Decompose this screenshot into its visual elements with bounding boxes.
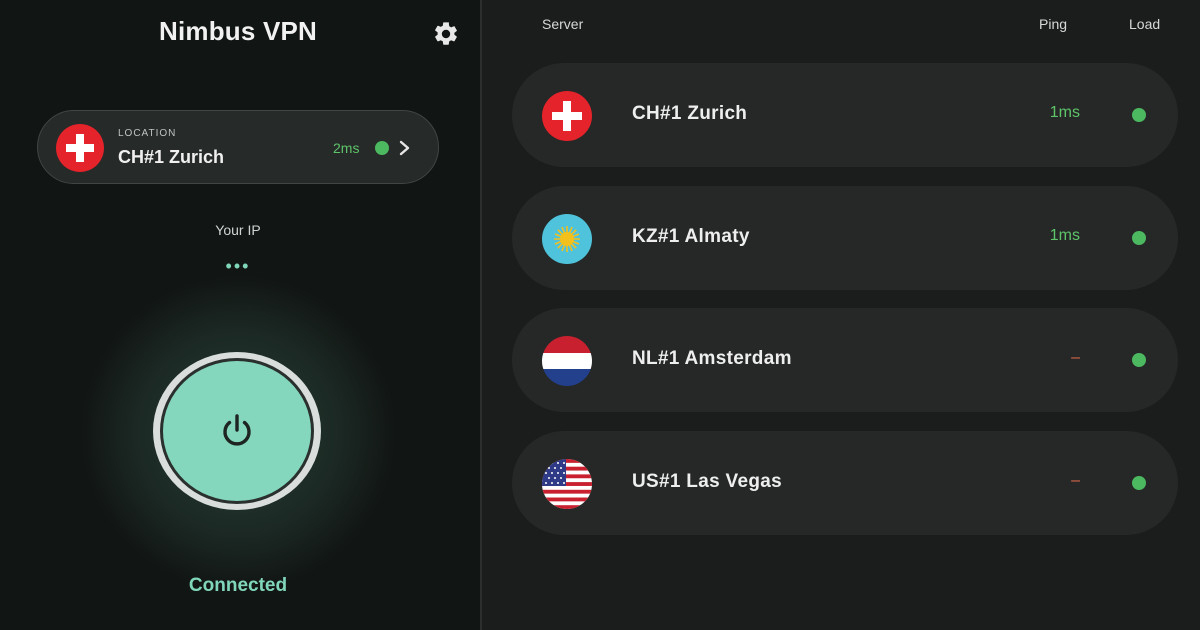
switzerland-flag-icon (56, 124, 104, 172)
connection-status: Connected (188, 575, 288, 596)
server-row-kz-almaty[interactable]: KZ#1 Almaty 1ms (512, 186, 1178, 290)
server-row-us-las-vegas[interactable]: US#1 Las Vegas – (512, 431, 1178, 535)
column-header-ping: Ping (1039, 16, 1068, 32)
server-ping: 1ms (1049, 227, 1080, 244)
column-header-load: Load (1129, 16, 1161, 32)
kazakhstan-flag-icon (542, 214, 592, 264)
load-indicator (1132, 476, 1146, 490)
connection-panel: Nimbus VPN LOCATION CH#1 Zurich 2ms Your… (0, 0, 480, 630)
gear-icon[interactable] (432, 20, 460, 48)
app-window: Nimbus VPN LOCATION CH#1 Zurich 2ms Your… (0, 0, 1200, 630)
server-ping: – (1071, 349, 1080, 366)
server-ping: 1ms (1049, 104, 1080, 121)
load-indicator (1132, 231, 1146, 245)
server-row-nl-amsterdam[interactable]: NL#1 Amsterdam – (512, 308, 1178, 412)
server-name: CH#1 Zurich (632, 103, 748, 124)
load-indicator (1132, 108, 1146, 122)
location-selector[interactable]: LOCATION CH#1 Zurich 2ms (37, 110, 439, 184)
switzerland-flag-icon (542, 91, 592, 141)
server-list-panel: Server Ping Load CH#1 Zurich 1ms KZ#1 Al… (482, 0, 1200, 630)
location-name: CH#1 Zurich (118, 147, 225, 167)
load-indicator (1132, 353, 1146, 367)
ip-label: Your IP (215, 222, 261, 238)
app-title: Nimbus VPN (158, 16, 318, 46)
server-name: US#1 Las Vegas (632, 471, 782, 492)
location-ping: 2ms (333, 140, 360, 156)
status-dot (375, 141, 389, 155)
server-name: NL#1 Amsterdam (632, 348, 792, 369)
column-header-server: Server (542, 16, 584, 32)
server-row-ch-zurich[interactable]: CH#1 Zurich 1ms (512, 63, 1178, 167)
location-caption: LOCATION (118, 128, 177, 139)
netherlands-flag-icon (542, 336, 592, 386)
chevron-right-icon (399, 140, 410, 156)
usa-flag-icon (542, 459, 592, 509)
server-name: KZ#1 Almaty (632, 226, 750, 247)
server-ping: – (1071, 472, 1080, 489)
power-icon (223, 414, 251, 446)
